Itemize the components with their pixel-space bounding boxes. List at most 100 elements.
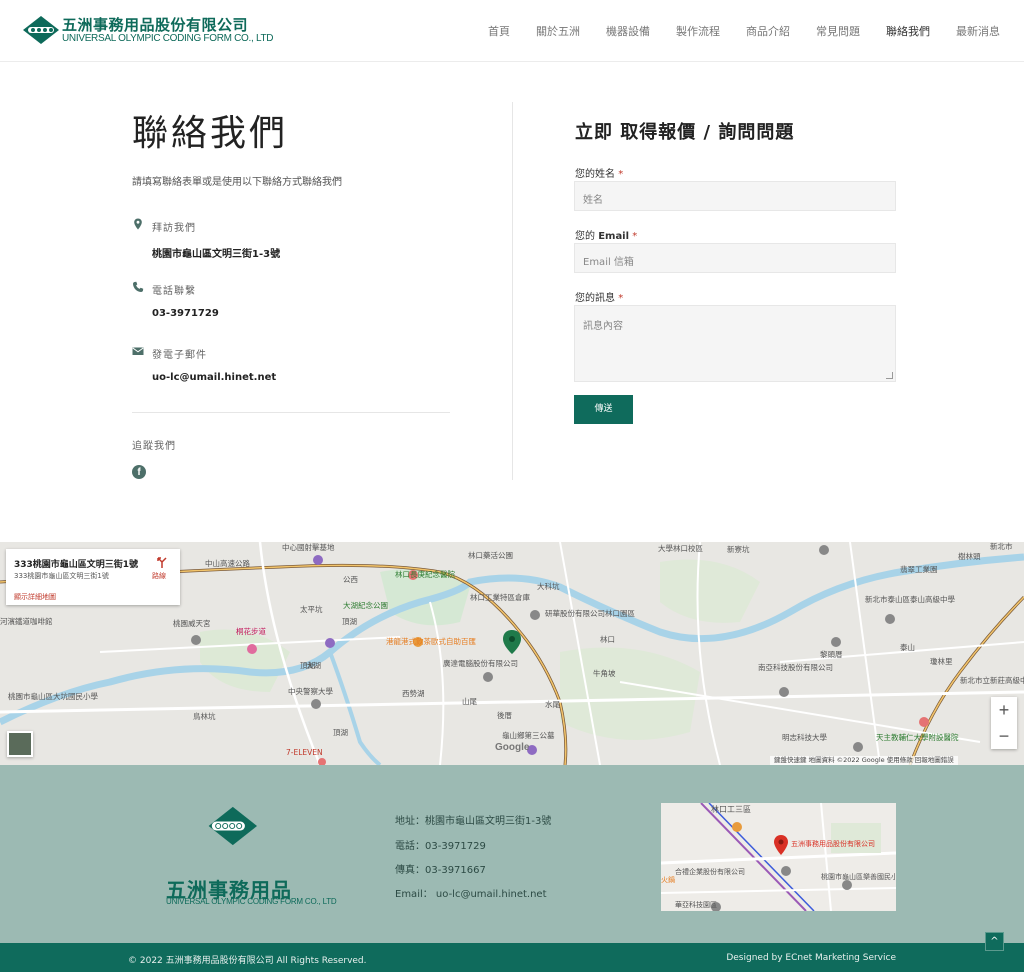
map-label: 翡翠工業園 [900, 564, 938, 574]
main-nav: 首頁 關於五洲 機器設備 製作流程 商品介紹 常見問題 聯絡我們 最新消息 [462, 0, 1000, 62]
map-zoom-control: + − [991, 697, 1017, 749]
nav-item-machines[interactable]: 機器設備 [606, 23, 650, 39]
map-label: 黎頭厝 [820, 649, 843, 659]
name-placeholder: 姓名 [583, 195, 603, 206]
map-label: 桃園市龜山區大坑國民小學 [8, 691, 98, 701]
name-field[interactable]: 姓名 [574, 181, 896, 211]
map-marker-icon [134, 218, 142, 230]
map-label: 中山高速公路 [205, 558, 250, 568]
required-mark: * [618, 293, 624, 304]
directions-label[interactable]: 路線 [152, 571, 166, 581]
map-label: 西勢湖 [402, 688, 425, 698]
svg-text:華亞科技園區: 華亞科技園區 [675, 900, 717, 909]
map-label: 公西 [343, 575, 358, 584]
nav-item-contact[interactable]: 聯絡我們 [886, 23, 930, 39]
message-placeholder: 訊息內容 [583, 321, 623, 332]
nav-item-faq[interactable]: 常見問題 [816, 23, 860, 39]
nav-item-process[interactable]: 製作流程 [676, 23, 720, 39]
map-label: 龜山鄉第三公墓 [502, 730, 555, 740]
map-label: 研華股份有限公司林口園區 [545, 608, 635, 618]
footer-logo-english: UNIVERSAL OLYMPIC CODING FORM CO., LTD [166, 897, 337, 906]
map-label: 林口 [600, 634, 615, 644]
google-logo: Google [495, 742, 530, 753]
map-label: 樹林頭 [958, 551, 981, 561]
footer-fax: 傳真：03-3971667 [395, 865, 486, 876]
map-label: 林口長庚紀念醫院 [395, 569, 455, 579]
nav-item-news[interactable]: 最新消息 [956, 23, 1000, 39]
map-label: 港龍港式飲茶歐式自助百匯 [386, 636, 476, 646]
map-label: 林口藥活公園 [468, 550, 513, 560]
resize-grip-icon[interactable] [886, 372, 893, 379]
map-label: 桃園威天宮 [173, 618, 211, 628]
facebook-icon[interactable]: f [132, 465, 146, 479]
footer-address: 地址：桃園市龜山區文明三街1-3號 [395, 816, 552, 827]
map-label: 中心國射擊基地 [282, 542, 335, 552]
map-label: 頂湖 [333, 728, 348, 737]
map-label: 大科坑 [537, 581, 560, 591]
submit-button[interactable]: 傳送 [574, 395, 633, 424]
map-place-address: 333桃園市龜山區文明三街1號 [14, 572, 109, 580]
svg-text:五洲事務用品股份有限公司: 五洲事務用品股份有限公司 [791, 839, 875, 848]
email-field[interactable]: Email 信箱 [574, 243, 896, 273]
map-label: 後厝 [497, 710, 512, 720]
logo-english-name: UNIVERSAL OLYMPIC CODING FORM CO., LTD [62, 33, 274, 44]
map-label: 河濱鐵道咖啡館 [0, 616, 53, 626]
phone-icon [133, 281, 144, 292]
column-divider [512, 102, 513, 480]
nav-item-products[interactable]: 商品介紹 [746, 23, 790, 39]
email-label: 發電子郵件 [152, 350, 207, 361]
map-attribution[interactable]: 鍵盤快速鍵 地圖資料 ©2022 Google 使用條款 回報地圖錯誤 [770, 756, 958, 765]
visit-info: 拜訪我們 桃園市龜山區文明三街1-3號 [132, 218, 281, 260]
map-label: 新北市 [990, 542, 1013, 551]
map-label: 林口工業特區倉庫 [470, 592, 530, 602]
map-label: 廣達電腦股份有限公司 [443, 658, 518, 668]
required-mark: * [618, 169, 624, 180]
designed-by-text[interactable]: Designed by ECnet Marketing Service [726, 953, 896, 963]
map-label: 新寮坑 [727, 544, 750, 554]
back-to-top-button[interactable]: ^ [985, 932, 1004, 951]
map-label: 桐花步道 [236, 626, 266, 636]
svg-text:桃園市龜山區樂善國民小學: 桃園市龜山區樂善國民小學 [821, 872, 896, 881]
email-placeholder: Email 信箱 [583, 257, 634, 268]
svg-text:火鍋: 火鍋 [661, 875, 675, 884]
logo-mark-icon [23, 16, 59, 44]
info-divider [132, 412, 450, 413]
copyright-text: © 2022 五洲事務用品股份有限公司 All Rights Reserved. [128, 956, 367, 966]
message-field[interactable]: 訊息內容 [574, 305, 896, 382]
map-label: 7-ELEVEN [286, 748, 323, 757]
name-label: 您的姓名 * [575, 169, 624, 180]
required-mark: * [632, 231, 638, 242]
map-label: 水尾 [545, 699, 560, 709]
phone-label: 電話聯繫 [152, 286, 196, 297]
zoom-out-button[interactable]: − [991, 723, 1017, 749]
map-label: 大湖紀念公園 [343, 600, 388, 610]
email-value[interactable]: uo-lc@umail.hinet.net [132, 372, 276, 383]
site-logo[interactable]: 五洲事務用品股份有限公司 UNIVERSAL OLYMPIC CODING FO… [22, 14, 274, 48]
address-value: 桃園市龜山區文明三街1-3號 [152, 249, 281, 260]
site-header: 五洲事務用品股份有限公司 UNIVERSAL OLYMPIC CODING FO… [0, 0, 1024, 62]
map-label: 新北市立新莊高級中學 [960, 675, 1024, 685]
svg-text:林口工三區: 林口工三區 [711, 804, 751, 814]
map-label: 天主教輔仁大學附設醫院 [876, 732, 959, 742]
map-label: 新北市泰山區泰山高級中學 [865, 594, 955, 604]
map-label: 大湖 [306, 660, 321, 670]
footer-mini-map[interactable]: 林口工三區 五洲事務用品股份有限公司 合禮企業股份有限公司 桃園市龜山區樂善國民… [661, 803, 896, 911]
svg-text:合禮企業股份有限公司: 合禮企業股份有限公司 [675, 867, 745, 876]
map-place-title: 333桃園市龜山區文明三街1號 [14, 560, 139, 570]
directions-icon[interactable] [156, 556, 168, 568]
footer-email[interactable]: Email： uo-lc@umail.hinet.net [395, 885, 547, 900]
map-larger-link[interactable]: 顯示詳細地圖 [14, 592, 56, 602]
nav-item-home[interactable]: 首頁 [488, 23, 510, 39]
form-title: 立即 取得報價 / 詢問問題 [575, 122, 795, 143]
logo-chinese-name: 五洲事務用品股份有限公司 [62, 16, 249, 34]
mini-map-canvas: 林口工三區 五洲事務用品股份有限公司 合禮企業股份有限公司 桃園市龜山區樂善國民… [661, 803, 896, 911]
zoom-in-button[interactable]: + [991, 697, 1017, 723]
email-info: 發電子郵件 uo-lc@umail.hinet.net [132, 346, 276, 383]
map-place-card: 333桃園市龜山區文明三街1號 333桃園市龜山區文明三街1號 顯示詳細地圖 路… [6, 549, 180, 605]
follow-label: 追蹤我們 [132, 441, 176, 452]
nav-item-about[interactable]: 關於五洲 [536, 23, 580, 39]
page-title: 聯絡我們 [132, 113, 289, 154]
phone-value[interactable]: 03-3971729 [132, 308, 219, 319]
email-field-label: 您的 Email * [575, 231, 638, 242]
satellite-toggle[interactable] [7, 731, 33, 757]
